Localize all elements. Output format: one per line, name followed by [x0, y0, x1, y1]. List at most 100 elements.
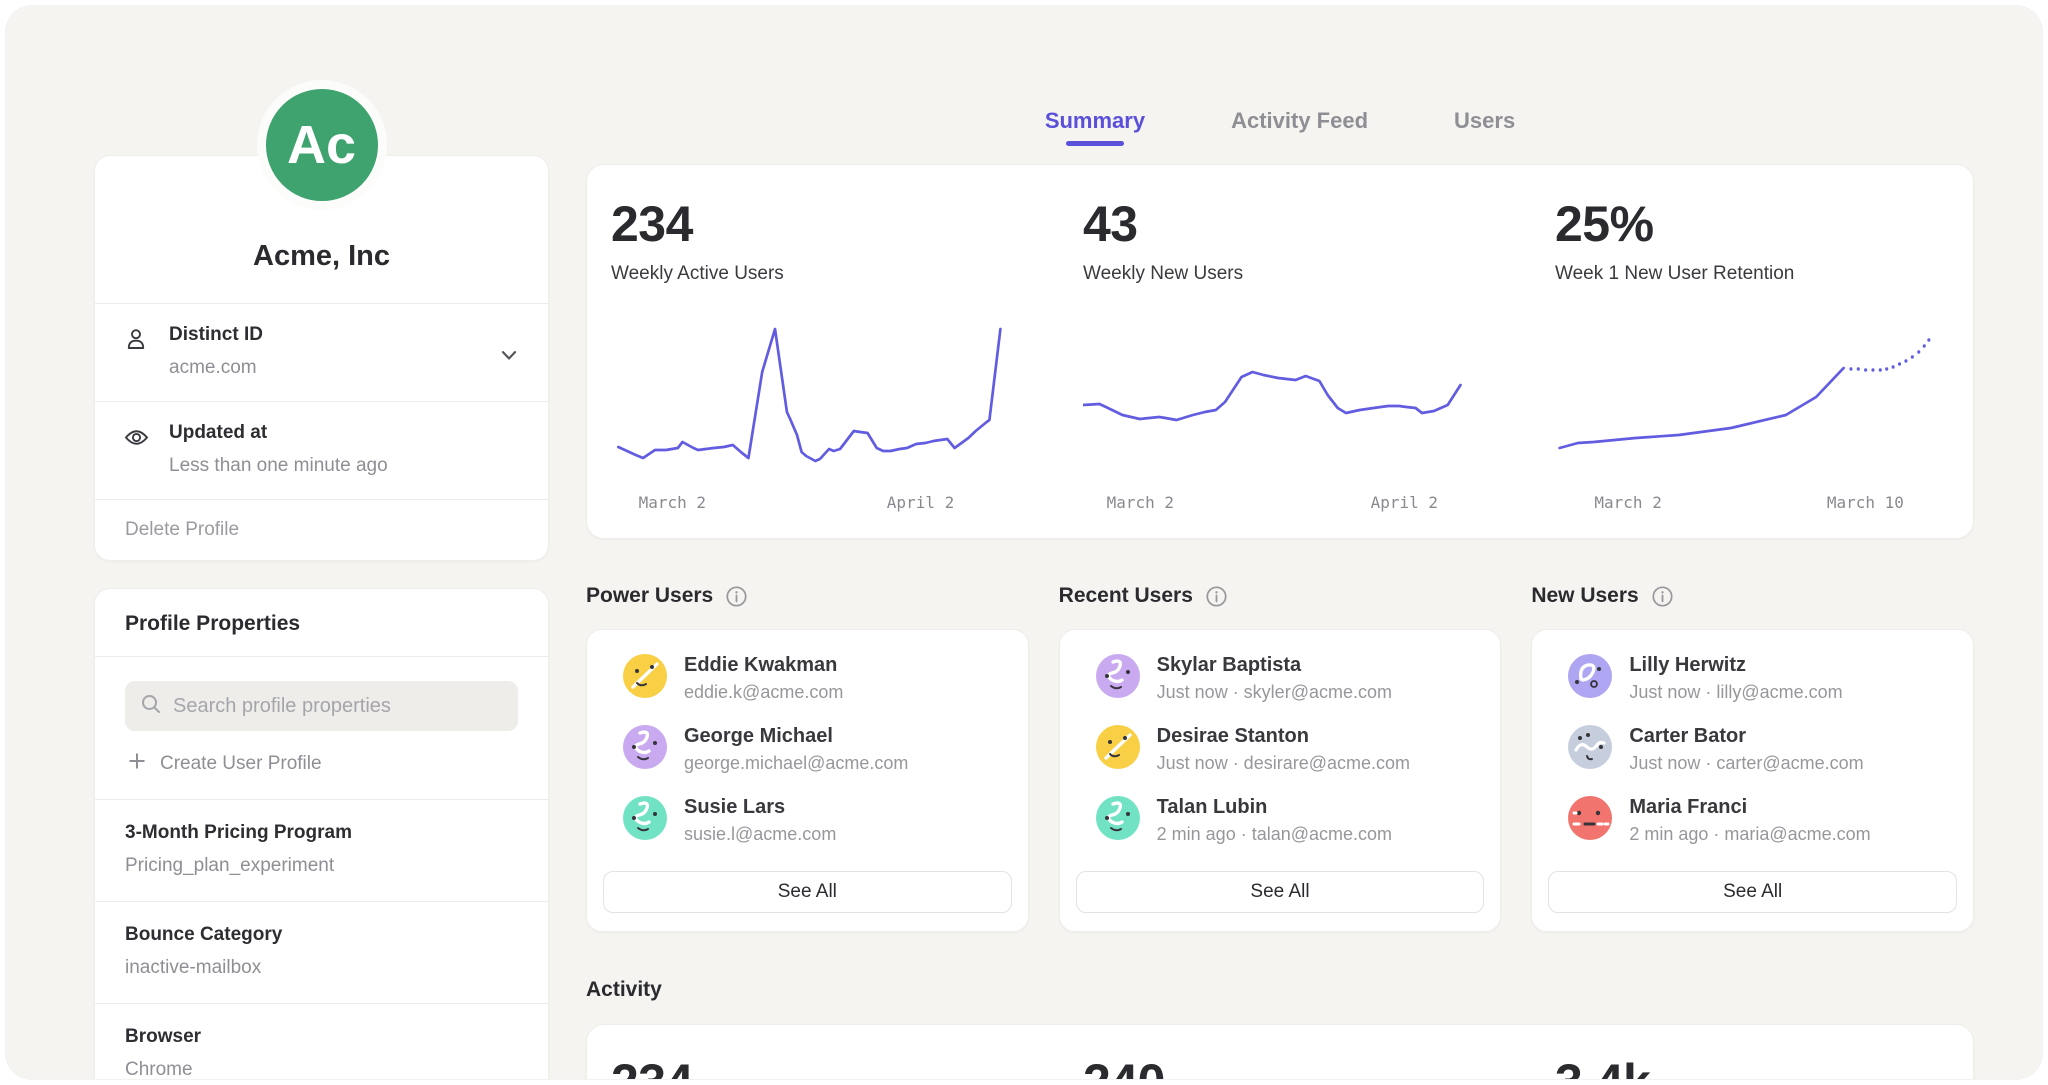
user-name: Talan Lubin [1157, 796, 1392, 819]
info-icon[interactable] [1205, 585, 1228, 608]
property-label: Bounce Category [125, 924, 518, 946]
tab-active-underline [1271, 141, 1329, 146]
stat-value: 43 [1083, 195, 1477, 253]
company-avatar-initials: Ac [287, 114, 356, 176]
property-label: 3-Month Pricing Program [125, 822, 518, 844]
sparkline-chart [1555, 315, 1949, 485]
activity-stat: 234 [587, 1025, 1029, 1079]
stat-value: 234 [611, 195, 1005, 253]
sparkline-chart [1083, 315, 1477, 485]
user-row-carter-bator[interactable]: Carter Bator Just now · carter@acme.com [1548, 725, 1957, 774]
user-detail: susie.l@acme.com [684, 824, 836, 845]
user-avatar [1096, 654, 1140, 698]
profile-properties-card: Profile Properties Create User Profile [94, 588, 549, 1079]
property-row-bounce-category[interactable]: Bounce Category inactive-mailbox [95, 901, 548, 1003]
company-avatar: Ac [257, 80, 387, 210]
section-title: Recent Users [1059, 584, 1193, 608]
user-detail: 2 min ago · maria@acme.com [1629, 824, 1870, 845]
profile-field-value: acme.com [169, 357, 518, 379]
chart-x-axis: March 2 April 2 [1083, 485, 1477, 523]
summary-stat-weekly-active-users: 234 Weekly Active Users March 2 April 2 [587, 165, 1029, 523]
user-avatar [1568, 654, 1612, 698]
user-row-susie-lars[interactable]: Susie Lars susie.l@acme.com [603, 796, 1012, 845]
user-avatar [623, 725, 667, 769]
activity-stat-value: 3.4k [1555, 1053, 1949, 1079]
stat-label: Week 1 New User Retention [1555, 263, 1949, 285]
tab-summary[interactable]: Summary [1045, 108, 1145, 146]
x-axis-tick: March 2 [639, 493, 706, 512]
user-row-eddie-kwakman[interactable]: Eddie Kwakman eddie.k@acme.com [603, 654, 1012, 703]
stat-label: Weekly Active Users [611, 263, 1005, 285]
user-name: Eddie Kwakman [684, 654, 843, 677]
property-row-browser[interactable]: Browser Chrome [95, 1003, 548, 1079]
tab-label: Activity Feed [1231, 108, 1368, 134]
summary-stat-weekly-new-users: 43 Weekly New Users March 2 April 2 [1059, 165, 1501, 523]
section-power-users: Power Users Eddie Kwakman eddie.k@acme.c… [586, 581, 1029, 932]
see-all-button[interactable]: See All [1548, 871, 1957, 913]
tab-active-underline [1066, 141, 1124, 146]
user-detail: Just now · lilly@acme.com [1629, 682, 1842, 703]
activity-stat-value: 234 [611, 1053, 1005, 1079]
create-user-profile-label: Create User Profile [160, 753, 322, 775]
recent-users-card: Skylar Baptista Just now · skyler@acme.c… [1059, 629, 1502, 932]
section-title: Power Users [586, 584, 713, 608]
activity-card: 234 240 3.4k [586, 1024, 1974, 1079]
tab-active-underline [1456, 141, 1514, 146]
user-name: Maria Franci [1629, 796, 1870, 819]
profile-field-distinct-id: Distinct ID acme.com [95, 304, 548, 401]
main-content: Summary Activity Feed Users 234 Weekly A… [586, 6, 1974, 1079]
profile-card: Acme, Inc Distinct ID acme.com Updated a… [94, 155, 549, 561]
user-row-talan-lubin[interactable]: Talan Lubin 2 min ago · talan@acme.com [1076, 796, 1485, 845]
tab-activity-feed[interactable]: Activity Feed [1231, 108, 1368, 146]
profile-field-label: Distinct ID [169, 324, 518, 346]
person-icon [123, 326, 149, 357]
see-all-button[interactable]: See All [1076, 871, 1485, 913]
section-title: New Users [1531, 584, 1638, 608]
user-name: Desirae Stanton [1157, 725, 1410, 748]
user-row-george-michael[interactable]: George Michael george.michael@acme.com [603, 725, 1012, 774]
stat-label: Weekly New Users [1083, 263, 1477, 285]
user-row-lilly-herwitz[interactable]: Lilly Herwitz Just now · lilly@acme.com [1548, 654, 1957, 703]
summary-card: 234 Weekly Active Users March 2 April 2 … [586, 164, 1974, 539]
delete-profile-button[interactable]: Delete Profile [95, 500, 548, 560]
profile-field-updated-at: Updated at Less than one minute ago [95, 402, 548, 499]
user-avatar [1096, 796, 1140, 840]
tab-label: Summary [1045, 108, 1145, 134]
chevron-down-icon[interactable] [496, 342, 522, 373]
see-all-button[interactable]: See All [603, 871, 1012, 913]
tab-users[interactable]: Users [1454, 108, 1515, 146]
user-detail: george.michael@acme.com [684, 753, 908, 774]
tab-bar: Summary Activity Feed Users [586, 6, 1974, 146]
section-recent-users: Recent Users Skylar Baptista Just now · … [1059, 581, 1502, 932]
chart-x-axis: March 2 March 10 [1555, 485, 1949, 523]
x-axis-tick: April 2 [887, 493, 954, 512]
info-icon[interactable] [1651, 585, 1674, 608]
user-sections: Power Users Eddie Kwakman eddie.k@acme.c… [586, 581, 1974, 932]
profile-field-value: Less than one minute ago [169, 455, 518, 477]
profile-properties-search[interactable] [125, 681, 518, 731]
chart-x-axis: March 2 April 2 [611, 485, 1005, 523]
x-axis-tick: April 2 [1371, 493, 1438, 512]
user-name: George Michael [684, 725, 908, 748]
user-detail: Just now · carter@acme.com [1629, 753, 1863, 774]
activity-stat: 240 [1059, 1025, 1501, 1079]
property-value: Pricing_plan_experiment [125, 855, 518, 877]
x-axis-tick: March 2 [1594, 493, 1661, 512]
property-value: inactive-mailbox [125, 957, 518, 979]
user-row-maria-franci[interactable]: Maria Franci 2 min ago · maria@acme.com [1548, 796, 1957, 845]
user-name: Susie Lars [684, 796, 836, 819]
summary-stat-week-1-new-user-retention: 25% Week 1 New User Retention March 2 Ma… [1531, 165, 1973, 523]
user-avatar [1568, 796, 1612, 840]
user-detail: Just now · desirare@acme.com [1157, 753, 1410, 774]
app-window: Ac Acme, Inc Distinct ID acme.com Update… [6, 6, 2042, 1079]
profile-properties-title: Profile Properties [95, 589, 548, 656]
user-row-desirae-stanton[interactable]: Desirae Stanton Just now · desirare@acme… [1076, 725, 1485, 774]
user-detail: Just now · skyler@acme.com [1157, 682, 1392, 703]
property-row-3-month-pricing-program[interactable]: 3-Month Pricing Program Pricing_plan_exp… [95, 799, 548, 901]
search-input[interactable] [173, 695, 503, 718]
user-row-skylar-baptista[interactable]: Skylar Baptista Just now · skyler@acme.c… [1076, 654, 1485, 703]
new-users-card: Lilly Herwitz Just now · lilly@acme.com … [1531, 629, 1974, 932]
info-icon[interactable] [725, 585, 748, 608]
create-user-profile-button[interactable]: Create User Profile [127, 751, 322, 777]
search-icon [140, 693, 162, 720]
